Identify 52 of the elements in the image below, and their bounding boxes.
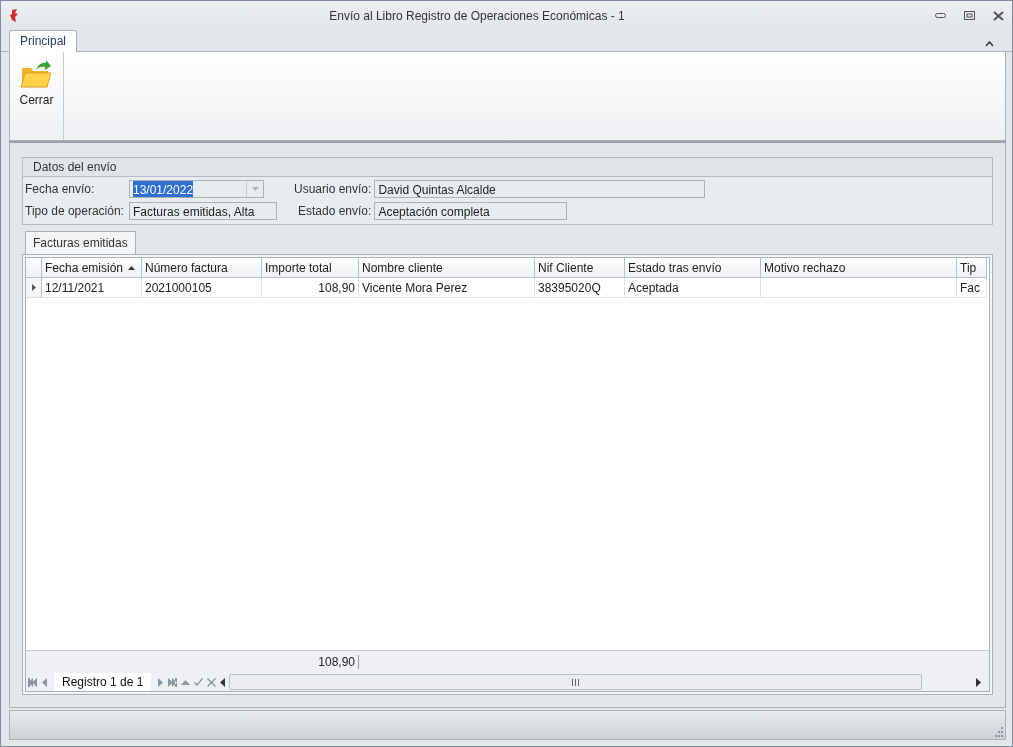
- scrollbar-thumb[interactable]: [229, 674, 922, 690]
- header-corner: [26, 258, 42, 278]
- check-icon[interactable]: [194, 677, 204, 687]
- field-label: Estado envío:: [297, 204, 373, 218]
- folder-arrow-icon: [20, 58, 53, 90]
- last-record-icon[interactable]: [168, 677, 178, 687]
- grid-tab[interactable]: Facturas emitidas: [25, 231, 136, 255]
- column-header[interactable]: Fecha emisión: [42, 258, 142, 278]
- table-cell: 2021000105: [142, 278, 262, 298]
- field-label: Fecha envío:: [25, 182, 96, 196]
- dropdown-arrow-icon[interactable]: [251, 187, 259, 191]
- resize-grip-icon[interactable]: [993, 727, 1003, 737]
- field-label: Usuario envío:: [294, 182, 373, 196]
- text-field[interactable]: Facturas emitidas, Alta: [129, 202, 277, 220]
- column-header[interactable]: Tip: [957, 258, 987, 278]
- close-icon[interactable]: [993, 10, 1004, 21]
- date-field[interactable]: 13/01/2022: [129, 180, 264, 198]
- previous-record-icon[interactable]: [41, 677, 50, 687]
- scroll-left-icon[interactable]: [220, 677, 226, 687]
- minimize-icon[interactable]: [935, 13, 946, 18]
- scroll-right-icon[interactable]: [976, 677, 981, 687]
- column-header[interactable]: Nif Cliente: [535, 258, 625, 278]
- field-label: Tipo de operación:: [25, 204, 125, 218]
- window-title: Envío al Libro Registro de Operaciones Económicas - 1: [328, 8, 626, 23]
- collapse-ribbon-icon[interactable]: [985, 41, 994, 47]
- table-cell: 12/11/2021: [42, 278, 142, 298]
- up-icon[interactable]: [181, 677, 191, 687]
- table-cell: 38395020Q: [535, 278, 625, 298]
- table-cell: Vicente Mora Perez: [359, 278, 535, 298]
- column-header[interactable]: Motivo rechazo: [761, 258, 957, 278]
- app-logo-icon: [9, 8, 19, 23]
- next-record-icon[interactable]: [155, 677, 165, 687]
- table-cell: Aceptada: [625, 278, 761, 298]
- restore-icon[interactable]: [964, 11, 975, 20]
- text-field[interactable]: David Quintas Alcalde: [374, 180, 706, 198]
- ribbon-tab[interactable]: Principal: [9, 30, 78, 52]
- table-cell: Fac: [957, 278, 987, 298]
- focused-row-arrow-icon: [31, 284, 36, 291]
- column-header[interactable]: Estado tras envío: [625, 258, 761, 278]
- row-indicator[interactable]: [26, 278, 42, 298]
- table-cell: 108,90: [262, 278, 359, 298]
- column-header[interactable]: Nombre cliente: [359, 258, 535, 278]
- first-record-icon[interactable]: [28, 677, 37, 687]
- record-counter: Registro 1 de 1: [54, 673, 152, 691]
- grip-icon: [572, 678, 580, 686]
- text-field[interactable]: Aceptación completa: [374, 202, 568, 220]
- summary-total: 108,90: [26, 655, 359, 669]
- group-title: Datos del envío: [23, 158, 992, 177]
- column-header[interactable]: Importe total: [262, 258, 359, 278]
- column-header[interactable]: Número factura: [142, 258, 262, 278]
- sort-ascending-icon: [128, 265, 136, 270]
- close-button[interactable]: Cerrar: [17, 52, 56, 113]
